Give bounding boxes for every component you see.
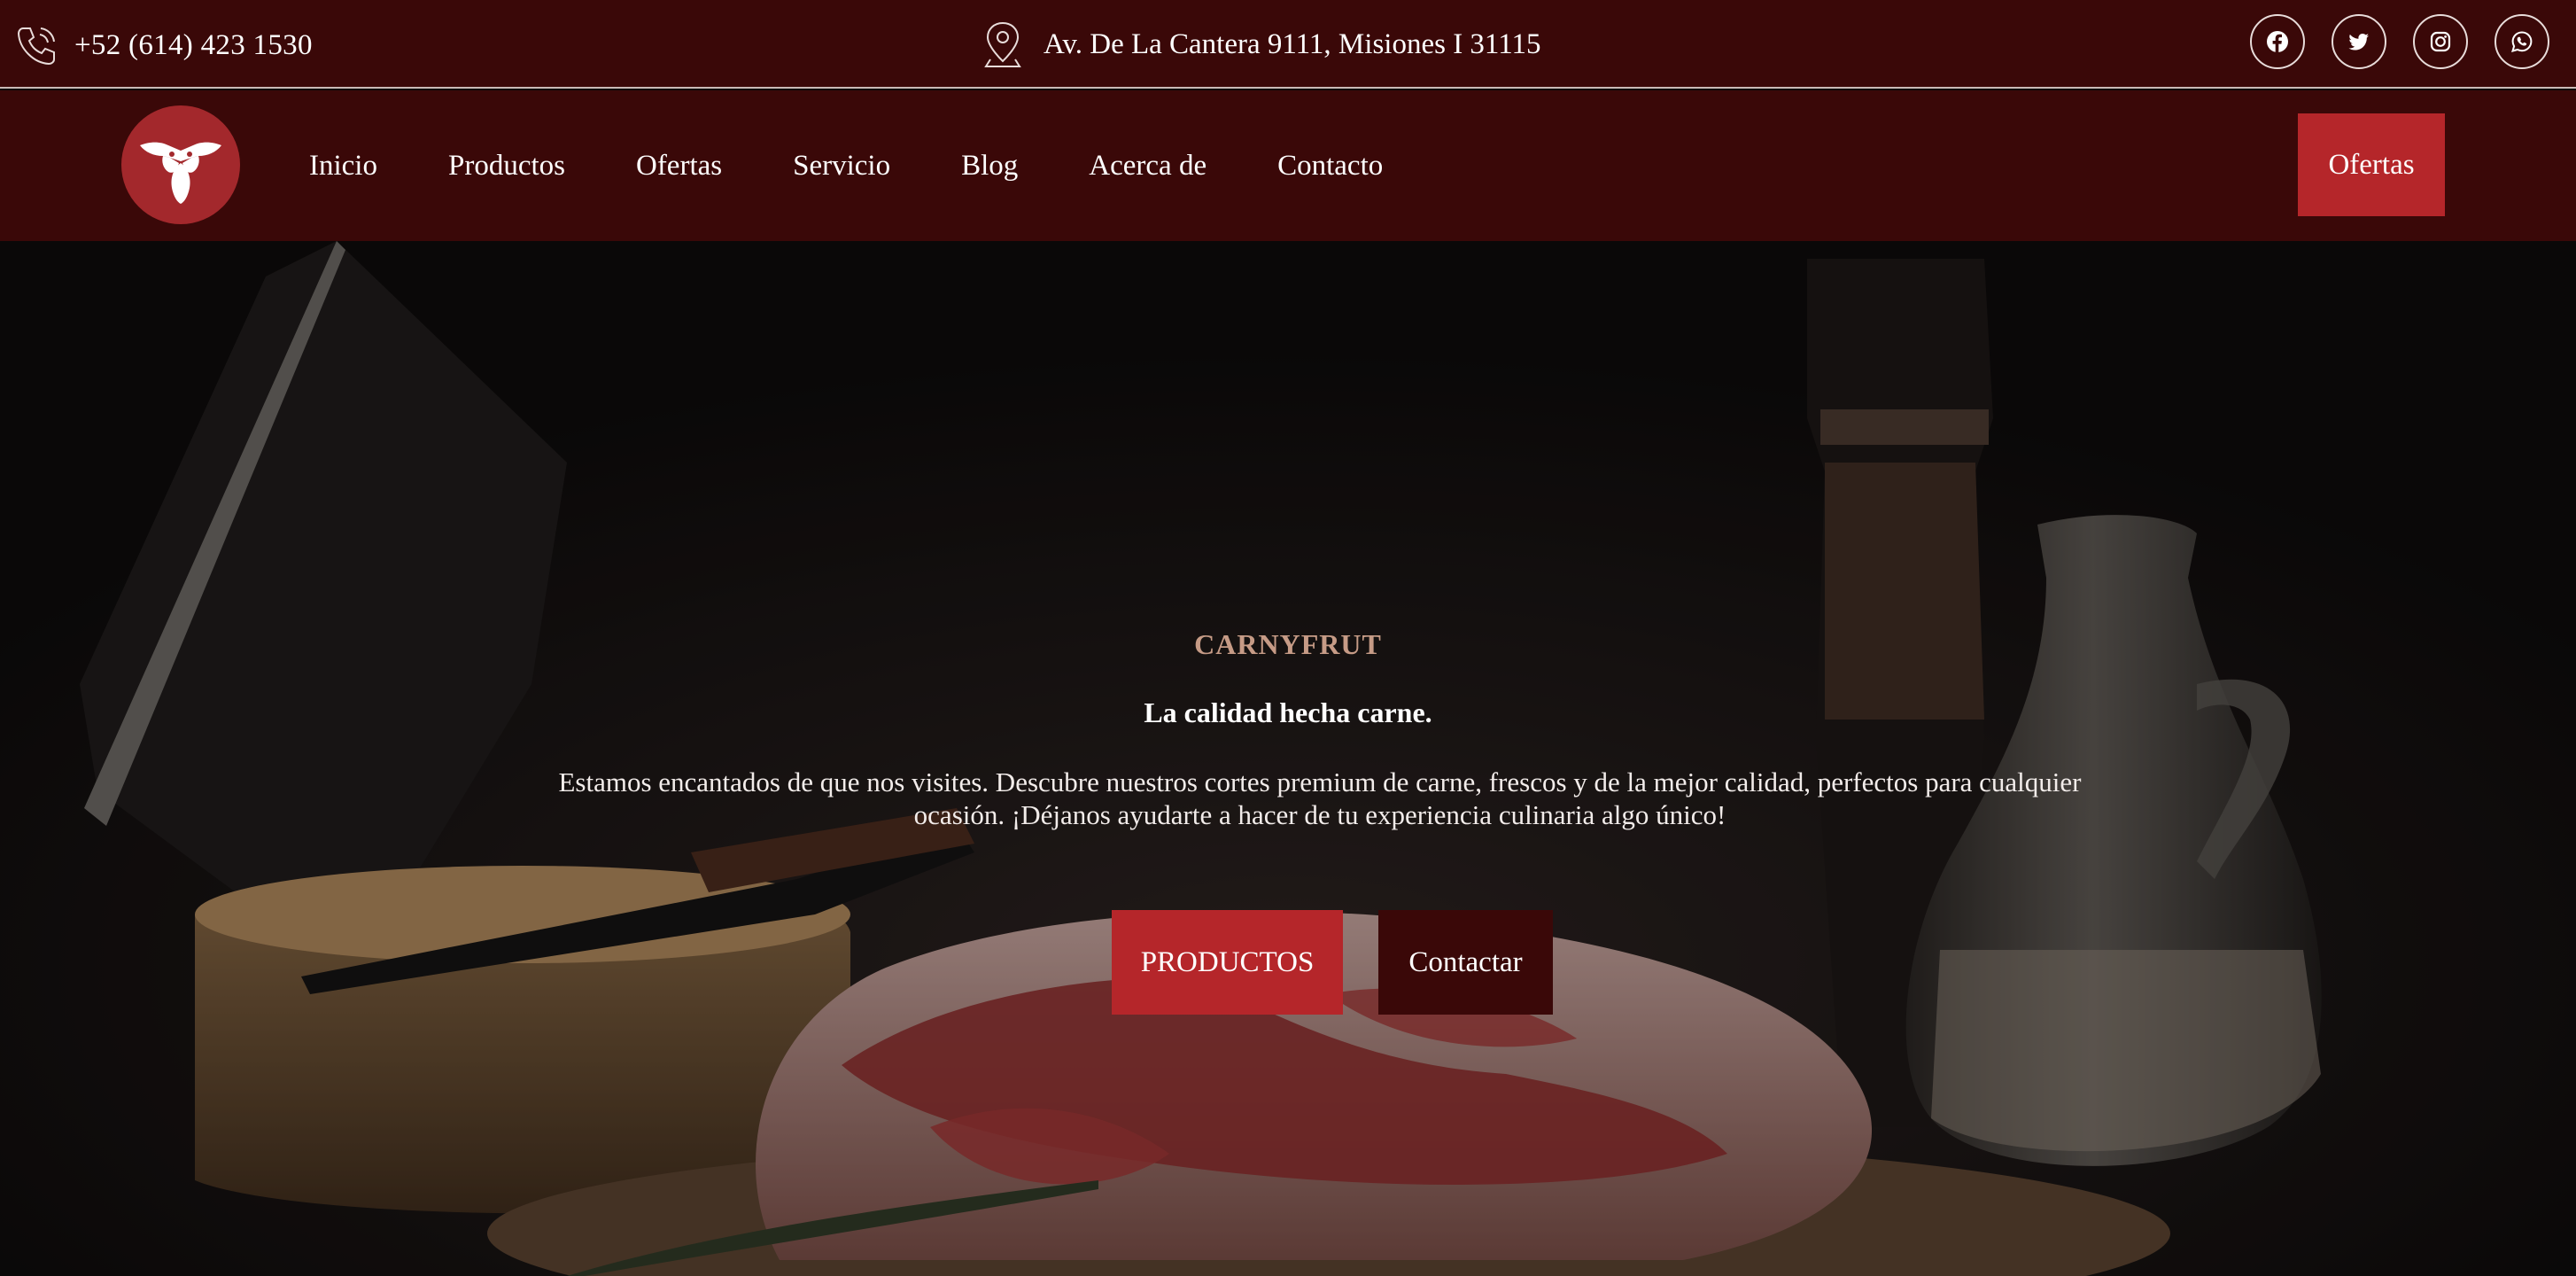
address-contact[interactable]: Av. De La Cantera 9111, Misiones I 31115 (983, 19, 1540, 69)
facebook-link[interactable] (2250, 14, 2305, 69)
facebook-icon (2267, 31, 2288, 52)
contact-button[interactable]: Contactar (1378, 910, 1553, 1015)
whatsapp-icon (2511, 31, 2533, 52)
nav-item-contacto[interactable]: Contacto (1277, 150, 1383, 183)
hero-intro-text: Estamos encantados de que nos visites. D… (523, 766, 2117, 831)
location-pin-icon (984, 21, 1021, 67)
instagram-link[interactable] (2413, 14, 2468, 69)
hero-section: CARNYFRUT La calidad hecha carne. Estamo… (0, 241, 2576, 1276)
whatsapp-link[interactable] (2495, 14, 2549, 69)
main-navbar: Inicio Productos Ofertas Servicio Blog A… (0, 90, 2576, 241)
phone-icon (17, 27, 55, 66)
hero-brand-name: CARNYFRUT (1194, 628, 1382, 660)
nav-item-blog[interactable]: Blog (961, 150, 1018, 183)
phone-contact[interactable]: +52 (614) 423 1530 (14, 21, 313, 69)
top-info-bar: +52 (614) 423 1530 Av. De La Cantera 911… (0, 0, 2576, 89)
nav-item-inicio[interactable]: Inicio (309, 150, 377, 183)
hero-intro-line-1: Estamos encantados de que nos visites. D… (558, 766, 2082, 798)
nav-item-ofertas[interactable]: Ofertas (636, 150, 722, 183)
instagram-icon (2430, 31, 2451, 52)
bull-head-logo-icon (140, 142, 221, 204)
products-button[interactable]: PRODUCTOS (1112, 910, 1343, 1015)
nav-item-servicio[interactable]: Servicio (793, 150, 890, 183)
offers-cta-button[interactable]: Ofertas (2298, 113, 2445, 216)
nav-item-acerca-de[interactable]: Acerca de (1089, 150, 1207, 183)
brand-logo[interactable] (121, 105, 240, 224)
social-links (2250, 14, 2576, 69)
address-text: Av. De La Cantera 9111, Misiones I 31115 (1044, 27, 1541, 60)
phone-number: +52 (614) 423 1530 (74, 28, 313, 61)
twitter-link[interactable] (2332, 14, 2386, 69)
hero-dark-overlay (0, 241, 2576, 1276)
twitter-icon (2348, 34, 2369, 51)
hero-intro-line-2: ocasión. ¡Déjanos ayudarte a hacer de tu… (913, 799, 1726, 830)
main-menu: Inicio Productos Ofertas Servicio Blog A… (309, 90, 1454, 241)
hero-tagline: La calidad hecha carne. (1144, 696, 1432, 728)
nav-item-productos[interactable]: Productos (448, 150, 565, 183)
